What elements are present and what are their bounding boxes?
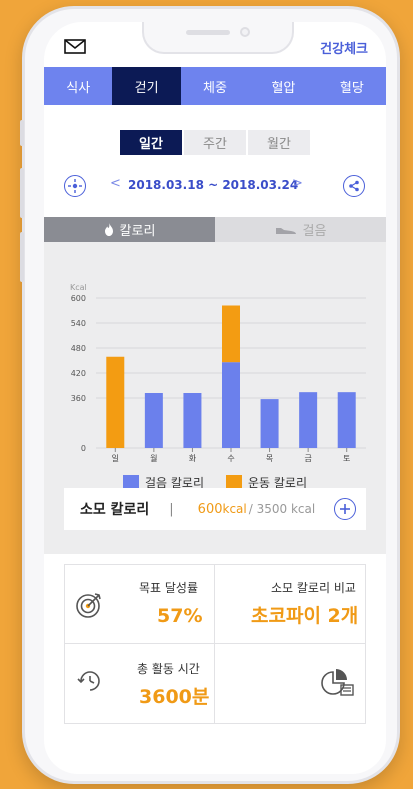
phone-side-button (20, 168, 24, 218)
calorie-summary-value: 600 (197, 501, 223, 517)
active-time-value: 3600분 (139, 686, 210, 708)
period-monthly-button[interactable]: 월간 (248, 130, 310, 155)
tab-blood-sugar[interactable]: 혈당 (318, 67, 386, 105)
pie-chart-icon (321, 669, 354, 696)
x-tick-label: 금 (304, 454, 311, 463)
stat-goal: 목표 달성률 57% (65, 565, 215, 644)
goal-value: 57% (157, 605, 203, 627)
y-tick-label: 540 (71, 319, 86, 328)
mail-icon[interactable] (64, 39, 86, 54)
calorie-summary-card: 소모 칼로리 | 600 kcal / 3500 kcal (64, 488, 366, 530)
calorie-summary-unit: kcal (222, 502, 247, 516)
share-icon (349, 180, 359, 192)
bar-walk-calorie (299, 392, 318, 448)
next-date-chevron-icon[interactable]: > (292, 176, 303, 191)
y-tick-label: 600 (71, 294, 86, 303)
shoe-icon (275, 227, 296, 234)
bar-walk-calorie (144, 393, 163, 448)
period-daily-button[interactable]: 일간 (120, 130, 182, 155)
x-tick-label: 월 (150, 453, 157, 463)
tab-blood-pressure[interactable]: 혈압 (249, 67, 317, 105)
tab-calorie-label: 칼로리 (119, 224, 156, 239)
prev-date-chevron-icon[interactable]: < (110, 176, 121, 191)
target-icon (76, 593, 101, 618)
stats-grid: 목표 달성률 57% 소모 칼로리 비교 초코파이 2개 총 활동 시간 360… (64, 564, 366, 724)
period-weekly-button[interactable]: 주간 (184, 130, 246, 155)
tab-walk[interactable]: 걷기 (112, 67, 181, 105)
flame-icon (104, 223, 113, 236)
compare-value: 초코파이 2개 (251, 605, 359, 627)
x-tick-label: 일 (112, 454, 119, 463)
y-tick-label: 0 (81, 444, 86, 453)
top-bar: 건강체크 (44, 22, 386, 68)
y-unit-label: Kcal (70, 283, 87, 292)
tab-weight[interactable]: 체중 (181, 67, 249, 105)
share-button[interactable] (343, 175, 365, 197)
x-tick-label: 토 (343, 454, 350, 463)
bar-exercise-calorie (106, 356, 125, 448)
metric-tabs: 칼로리 걸음 (44, 217, 386, 242)
category-tabs: 식사 걷기 체중 혈압 혈당 (44, 67, 386, 105)
locate-button[interactable] (64, 175, 86, 197)
calorie-summary-title: 소모 칼로리 (80, 502, 150, 518)
stat-active-time: 총 활동 시간 3600분 (65, 644, 215, 723)
app-screen: 건강체크 식사 걷기 체중 혈압 혈당 일간 주간 월간 < 2018.03.1… (44, 22, 386, 774)
bar-walk-calorie (337, 392, 356, 448)
calorie-summary-total: / 3500 kcal (248, 502, 316, 516)
tab-meal[interactable]: 식사 (44, 67, 112, 105)
y-tick-label: 420 (71, 369, 86, 378)
health-check-link[interactable]: 건강체크 (320, 38, 368, 57)
tab-steps-label: 걸음 (302, 224, 327, 239)
goal-label: 목표 달성률 (139, 581, 199, 595)
y-tick-label: 480 (71, 344, 86, 353)
phone-side-button (20, 120, 24, 146)
tab-steps[interactable]: 걸음 (215, 217, 386, 242)
plus-icon (340, 504, 350, 514)
stat-compare-icon-cell (215, 644, 365, 723)
y-tick-label: 360 (71, 394, 86, 403)
bar-walk-calorie (260, 399, 279, 448)
period-selector: 일간 주간 월간 (44, 130, 386, 155)
bar-exercise-calorie (222, 305, 240, 363)
x-tick-label: 목 (266, 454, 273, 463)
active-time-label: 총 활동 시간 (137, 662, 200, 676)
chart-svg: Kcal 0 360 420 480 540 600 일 월 화 수 목 금 토 (70, 283, 366, 463)
crosshair-icon (68, 179, 82, 193)
bar-walk-calorie (183, 393, 202, 448)
stat-calorie-compare: 소모 칼로리 비교 초코파이 2개 (215, 565, 365, 644)
x-tick-label: 화 (189, 454, 197, 463)
add-calorie-button[interactable] (334, 498, 356, 520)
compare-label: 소모 칼로리 비교 (271, 581, 356, 595)
bar-walk-calorie (222, 362, 240, 448)
tab-calorie[interactable]: 칼로리 (44, 217, 215, 242)
x-tick-label: 수 (227, 454, 234, 463)
clock-icon (77, 671, 100, 691)
date-range-row: < 2018.03.18 ~ 2018.03.24 > (44, 173, 386, 199)
calorie-summary-separator: | (169, 501, 174, 517)
date-range-label: 2018.03.18 ~ 2018.03.24 (128, 178, 299, 192)
phone-side-button (20, 232, 24, 282)
